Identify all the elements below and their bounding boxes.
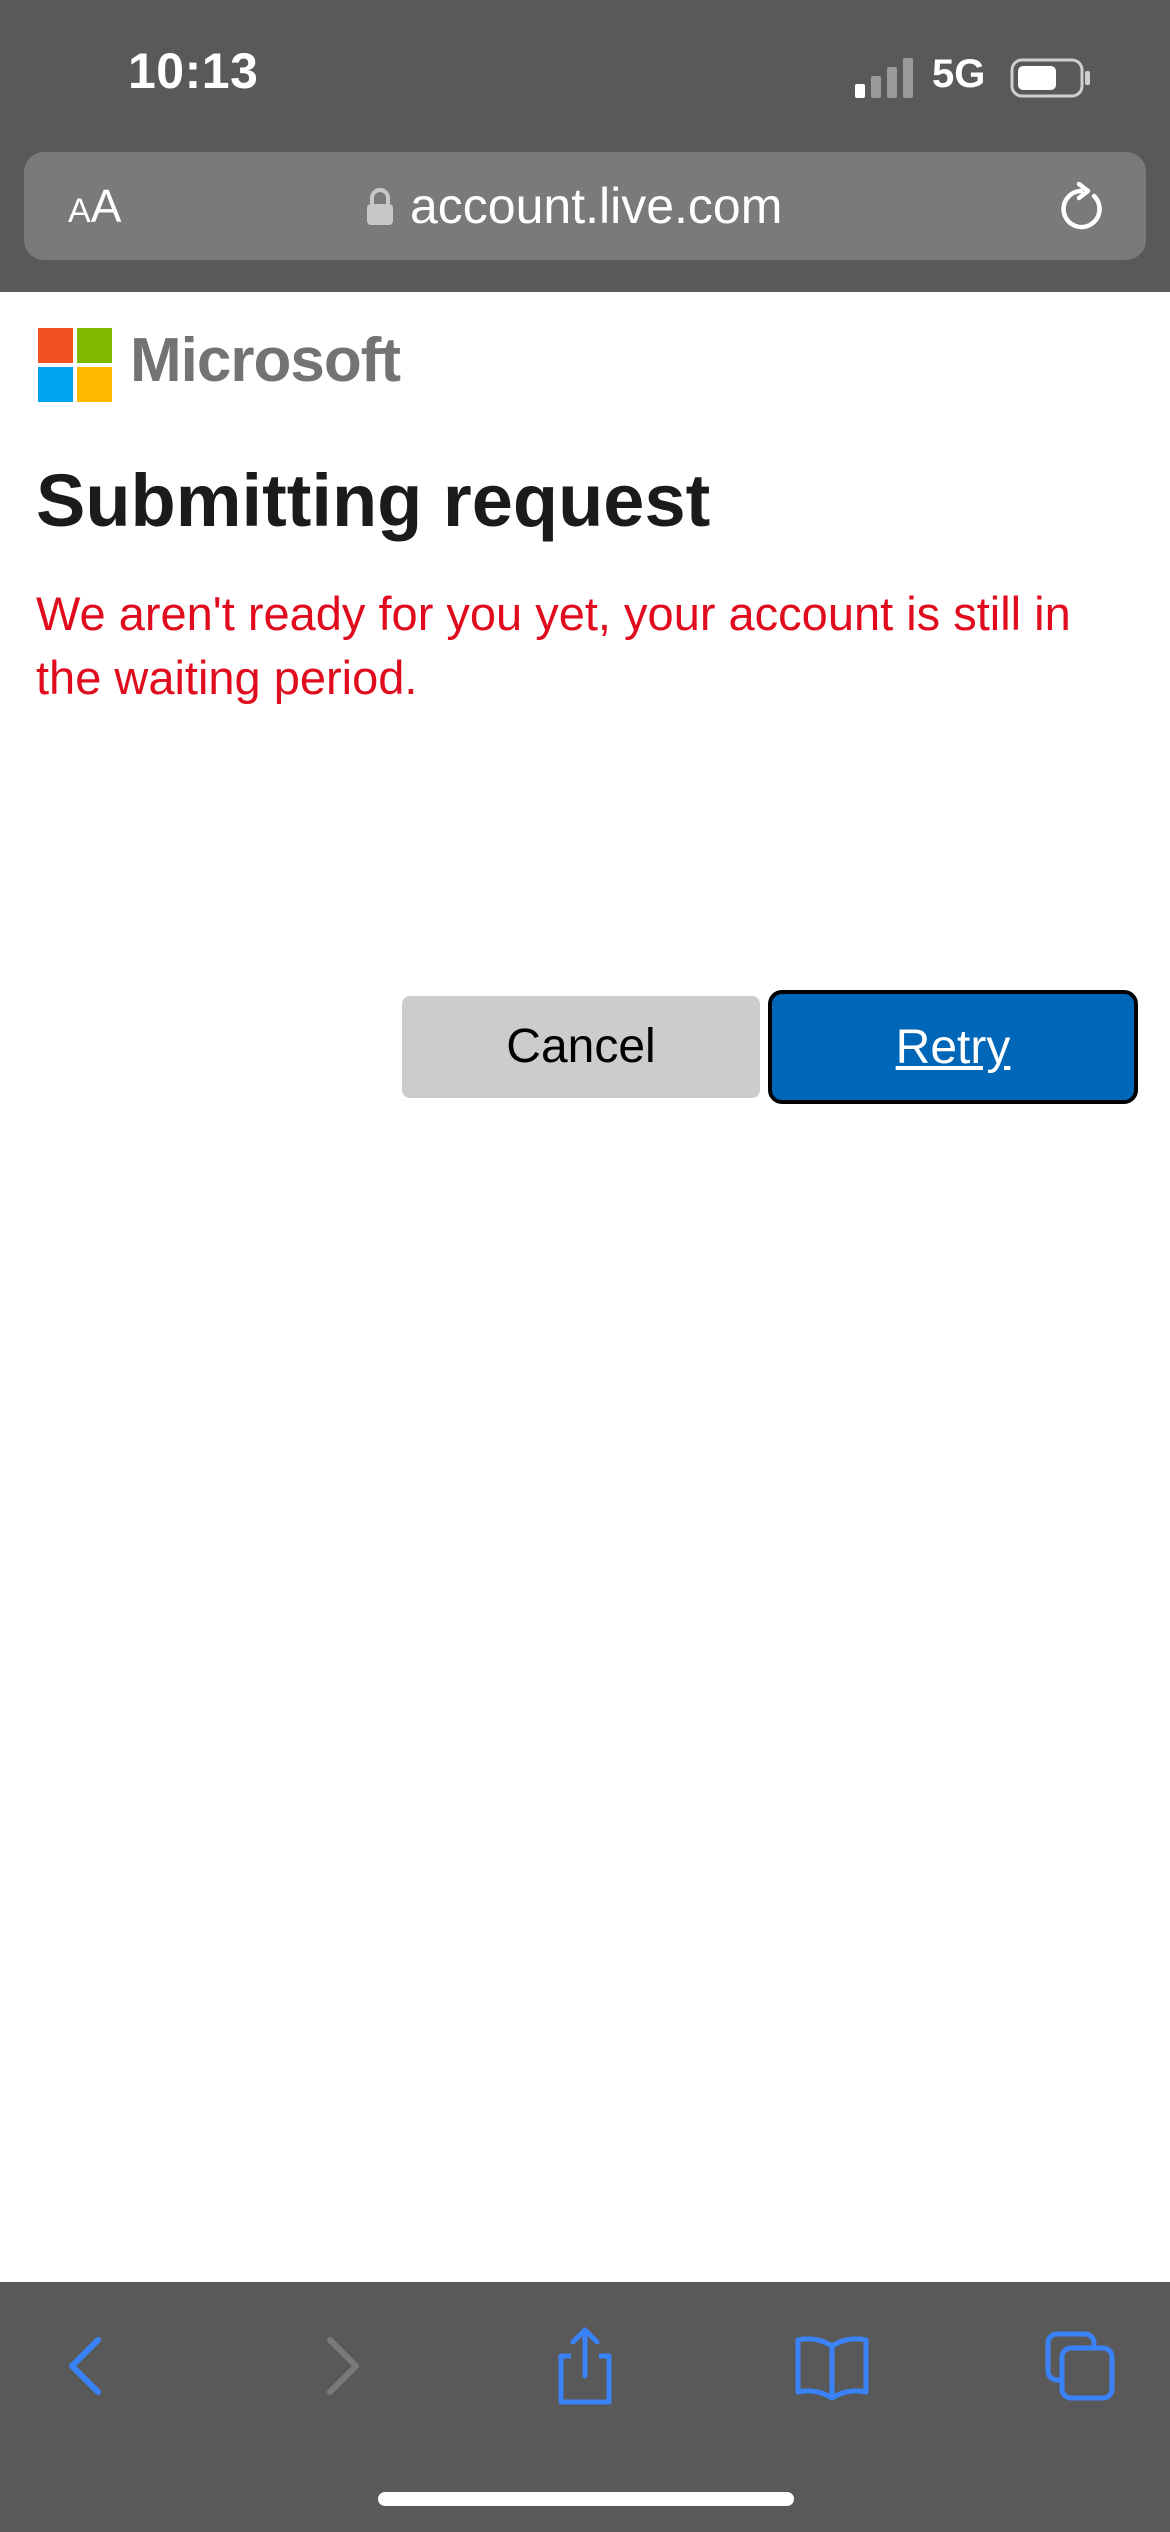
- forward-icon[interactable]: [300, 2326, 380, 2406]
- cancel-button[interactable]: Cancel: [402, 996, 760, 1098]
- url-display[interactable]: account.live.com: [366, 176, 782, 236]
- browser-top-chrome: 10:13 5G AA account.live.com: [0, 0, 1170, 292]
- url-text: account.live.com: [410, 178, 783, 234]
- back-icon[interactable]: [48, 2326, 128, 2406]
- page-title: Submitting request: [36, 459, 711, 542]
- text-size-button[interactable]: AA: [68, 176, 121, 236]
- address-bar[interactable]: AA account.live.com: [24, 152, 1146, 260]
- retry-button[interactable]: Retry: [768, 990, 1138, 1104]
- bookmarks-icon[interactable]: [792, 2326, 872, 2406]
- reload-icon[interactable]: [1054, 182, 1108, 236]
- microsoft-logo: [38, 328, 112, 402]
- network-type: 5G: [932, 52, 986, 96]
- home-indicator[interactable]: [378, 2492, 794, 2506]
- error-message: We aren't ready for you yet, your accoun…: [36, 587, 1071, 704]
- share-icon[interactable]: [545, 2326, 625, 2406]
- brand-name: Microsoft: [130, 326, 401, 395]
- status-time: 10:13: [128, 43, 259, 99]
- lock-icon: [367, 188, 393, 225]
- cellular-signal-icon: [855, 58, 913, 98]
- tabs-icon[interactable]: [1040, 2326, 1120, 2406]
- battery-icon: [1010, 58, 1090, 98]
